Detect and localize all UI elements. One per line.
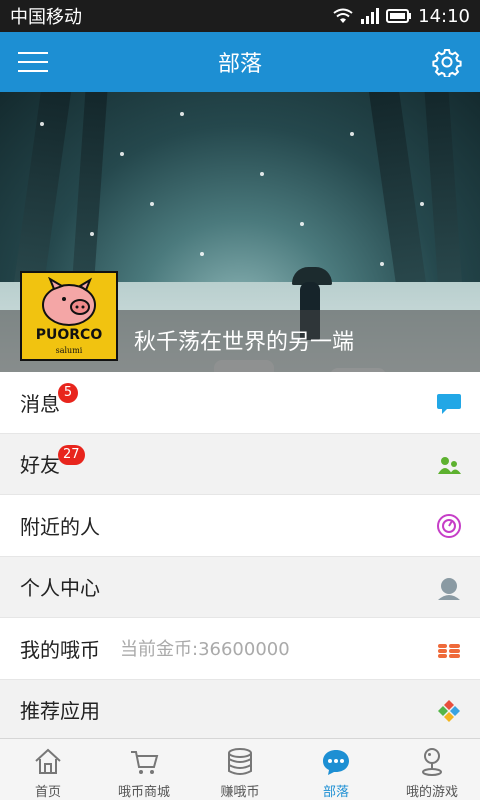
menu-item-label: 消息 (20, 391, 60, 416)
tab-games[interactable]: 哦的游戏 (384, 739, 480, 800)
tab-label: 哦币商城 (117, 785, 170, 800)
tab-home[interactable]: 首页 (0, 739, 96, 800)
menu-list: 消息 5 好友 27 附近的人 个人中心 我的哦币 当前金币:36600000 … (0, 372, 480, 741)
menu-item-label: 好友 (20, 453, 60, 478)
menu-item-profile[interactable]: 个人中心 (0, 556, 480, 618)
page-title: 部落 (217, 52, 262, 77)
avatar-logo-subtext: salumi (55, 346, 83, 355)
tab-label: 哦的游戏 (405, 785, 458, 800)
cart-icon (131, 751, 159, 774)
tab-label: 赚哦币 (220, 785, 260, 800)
apps-icon (436, 698, 462, 724)
coin-stack-icon (228, 748, 252, 775)
menu-item-nearby[interactable]: 附近的人 (0, 495, 480, 557)
joystick-icon (422, 748, 442, 776)
coins-icon (436, 636, 462, 662)
unread-badge: 27 (58, 444, 85, 465)
tab-tribe[interactable]: 部落 (288, 739, 384, 800)
chat-bubble-icon (436, 390, 462, 416)
pig-logo-icon (42, 277, 96, 326)
menu-item-my-coins[interactable]: 我的哦币 当前金币:36600000 (0, 618, 480, 680)
menu-item-messages[interactable]: 消息 5 (0, 372, 480, 434)
carrier-name: 中国移动 (10, 7, 82, 28)
coin-balance: 当前金币:36600000 (120, 639, 290, 661)
avatar-logo-text: PUORCO (35, 327, 103, 343)
nearby-icon (436, 513, 462, 539)
tab-label: 部落 (322, 785, 349, 800)
clock-time: 14:10 (418, 5, 470, 27)
hamburger-menu-icon[interactable] (18, 48, 48, 76)
menu-item-label: 个人中心 (20, 576, 100, 601)
battery-icon (386, 8, 412, 24)
tab-coin-mall[interactable]: 哦币商城 (96, 739, 192, 800)
menu-item-friends[interactable]: 好友 27 (0, 433, 480, 495)
bottom-tab-bar: 首页 哦币商城 赚哦币 部落 哦的游戏 (0, 738, 480, 800)
menu-item-label: 推荐应用 (20, 699, 100, 724)
wifi-icon (332, 8, 354, 24)
menu-item-label: 我的哦币 (20, 637, 100, 662)
friends-icon (436, 452, 462, 478)
username[interactable]: 秋千荡在世界的另一端 (134, 324, 354, 356)
unread-badge: 5 (58, 383, 78, 403)
gear-icon[interactable] (432, 47, 462, 79)
tab-label: 首页 (34, 785, 61, 800)
tribe-chat-icon (323, 750, 349, 775)
menu-item-recommended-apps[interactable]: 推荐应用 (0, 679, 480, 741)
signal-icon (360, 8, 380, 24)
app-header: 部落 (0, 32, 480, 92)
home-icon (35, 748, 61, 774)
tab-earn-coins[interactable]: 赚哦币 (192, 739, 288, 800)
tree-decoration (421, 92, 464, 313)
avatar[interactable]: PUORCO salumi (20, 271, 118, 361)
menu-item-label: 附近的人 (20, 514, 100, 539)
status-bar: 中国移动 14:10 (0, 0, 480, 32)
user-icon (436, 575, 462, 601)
